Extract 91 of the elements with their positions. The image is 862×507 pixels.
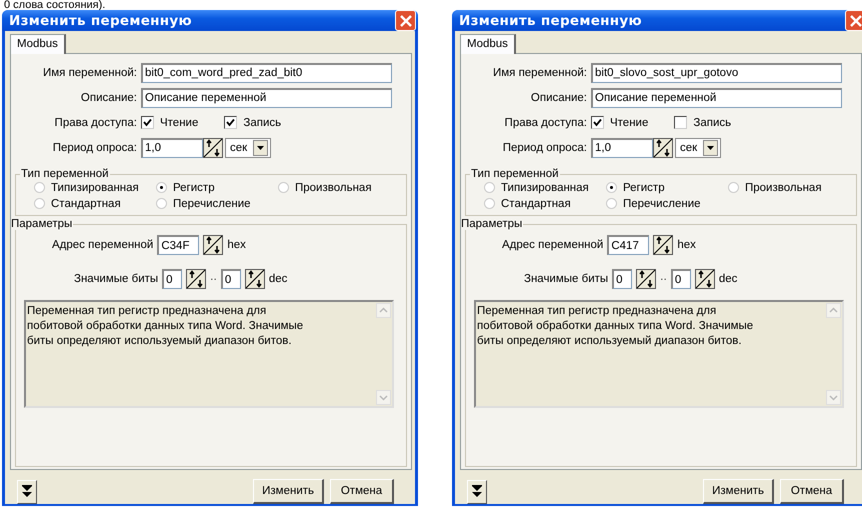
close-icon (850, 14, 862, 26)
field-label: Имя переменной: (492, 66, 588, 78)
close-button[interactable] (395, 10, 416, 31)
caption-text: 0 слова состояния). (3, 0, 106, 10)
description-field[interactable]: Описание переменной (141, 88, 392, 108)
radio-button[interactable] (484, 182, 495, 193)
close-icon (400, 14, 412, 26)
group-title: Параметры (10, 218, 74, 230)
tab[interactable]: Modbus (460, 34, 516, 54)
description-field[interactable]: Описание переменной (591, 88, 842, 108)
checkbox-label: Чтение (610, 116, 648, 128)
bit-to-field[interactable]: 0 (220, 269, 241, 289)
dialog-button[interactable]: Изменить (703, 479, 774, 504)
checkbox[interactable] (224, 116, 238, 129)
spinner-icon[interactable] (653, 235, 674, 255)
address-field[interactable]: C417 (607, 235, 650, 255)
radio-label: Типизированная (51, 182, 139, 194)
window-title: Изменить переменную (458, 12, 642, 28)
period-field[interactable]: 1,0 (141, 138, 203, 158)
radio-button[interactable] (606, 198, 617, 209)
group-title: Параметры (460, 218, 524, 230)
checkbox[interactable] (591, 116, 604, 129)
name-field[interactable]: bit0_com_word_pred_zad_bit0 (141, 62, 392, 82)
group-title: Тип переменной (470, 168, 560, 180)
radio-button[interactable] (728, 182, 739, 193)
period-field[interactable]: 1,0 (591, 138, 653, 158)
bit-to-field[interactable]: 0 (670, 269, 691, 289)
tab[interactable]: Modbus (10, 34, 66, 54)
name-field[interactable]: bit0_slovo_sost_upr_gotovo (591, 62, 842, 82)
radio-label: Стандартная (51, 198, 121, 210)
range-separator: ·· (210, 274, 217, 284)
checkbox-label: Запись (243, 116, 282, 128)
dialog-button[interactable]: Изменить (253, 479, 324, 504)
spinner-icon[interactable] (186, 269, 206, 289)
checkbox[interactable] (141, 116, 154, 129)
bit-from-field[interactable]: 0 (612, 269, 632, 289)
field-label: Значимые биты (74, 273, 158, 285)
bit-from-field[interactable]: 0 (162, 269, 182, 289)
field-label: Описание: (80, 92, 138, 104)
field-label: Права доступа: (54, 116, 138, 128)
info-text: Переменная тип регистр предназначена для побитовой обработки данных типа Word. Значимые биты определяют используемый диапазон битов. (26, 304, 304, 349)
radio-label: Типизированная (501, 182, 589, 194)
range-separator: ·· (660, 274, 667, 284)
radio-button[interactable] (606, 182, 617, 193)
unit-label: dec (718, 273, 738, 285)
checkbox-label: Чтение (160, 116, 198, 128)
unit-label: hex (677, 239, 696, 251)
radio-button[interactable] (34, 198, 45, 209)
dialog-button[interactable]: Отмена (330, 479, 394, 504)
field-label: Адрес переменной (502, 239, 604, 251)
checkbox-label: Запись (693, 116, 732, 128)
address-field[interactable]: C34F (157, 235, 200, 255)
field-label: Права доступа: (504, 116, 588, 128)
radio-button[interactable] (278, 182, 289, 193)
field-label: Период опроса: (52, 142, 138, 154)
field-label: Период опроса: (502, 142, 588, 154)
expand-button[interactable] (17, 480, 37, 504)
field-label: Адрес переменной (52, 239, 154, 251)
unit-dropdown[interactable]: сек (675, 138, 722, 158)
radio-button[interactable] (34, 182, 45, 193)
unit-label: hex (227, 239, 246, 251)
spinner-icon[interactable] (203, 138, 223, 158)
radio-button[interactable] (484, 198, 495, 209)
radio-label: Стандартная (501, 198, 571, 210)
spinner-icon[interactable] (694, 269, 715, 289)
window-title: Изменить переменную (8, 12, 192, 28)
spinner-icon[interactable] (653, 138, 673, 158)
unit-label: dec (268, 273, 288, 285)
radio-button[interactable] (156, 198, 167, 209)
checkbox[interactable] (674, 116, 688, 129)
double-down-arrow-icon (22, 484, 32, 498)
close-button[interactable] (845, 10, 862, 31)
group-title: Тип переменной (20, 168, 110, 180)
radio-label: Регистр (623, 182, 665, 194)
field-label: Значимые биты (524, 273, 608, 285)
field-label: Описание: (530, 92, 588, 104)
unit-dropdown[interactable]: сек (225, 138, 272, 158)
info-text: Переменная тип регистр предназначена для побитовой обработки данных типа Word. Значимые биты определяют используемый диапазон битов. (476, 304, 754, 349)
double-down-arrow-icon (472, 484, 482, 498)
radio-label: Регистр (173, 182, 215, 194)
radio-label: Произвольная (295, 182, 372, 194)
spinner-icon[interactable] (636, 269, 656, 289)
dialog-button[interactable]: Отмена (780, 479, 844, 504)
radio-label: Произвольная (745, 182, 822, 194)
spinner-icon[interactable] (244, 269, 265, 289)
field-label: Имя переменной: (42, 66, 138, 78)
expand-button[interactable] (467, 480, 487, 504)
radio-label: Перечисление (623, 198, 701, 210)
radio-button[interactable] (156, 182, 167, 193)
spinner-icon[interactable] (203, 235, 224, 255)
radio-label: Перечисление (173, 198, 251, 210)
